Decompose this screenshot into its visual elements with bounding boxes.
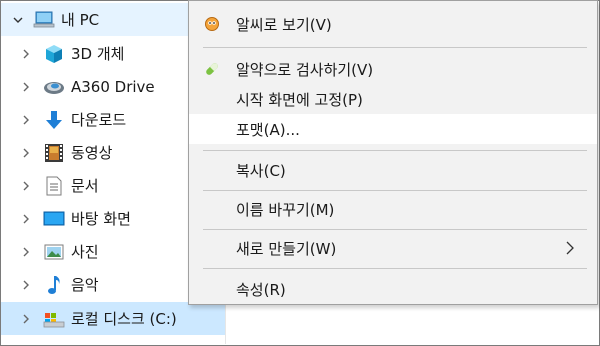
nav-label: 다운로드 (71, 111, 127, 129)
menu-separator (203, 190, 587, 191)
menu-item-format[interactable]: 포맷(A)... (189, 114, 597, 144)
chevron-down-icon[interactable] (11, 13, 25, 27)
menu-item-rename[interactable]: 이름 바꾸기(M) (189, 194, 597, 224)
chevron-right-icon[interactable] (19, 212, 33, 226)
menu-item-label: 속성(R) (236, 280, 286, 299)
document-icon (43, 175, 65, 197)
menu-item-label: 알약으로 검사하기(V) (236, 60, 374, 79)
download-icon (43, 109, 65, 131)
nav-label: 바탕 화면 (71, 210, 131, 228)
menu-item-label: 새로 만들기(W) (236, 239, 337, 258)
nav-label: 동영상 (71, 144, 113, 162)
nav-label: 내 PC (61, 11, 100, 29)
desktop-icon (43, 208, 65, 230)
menu-item-pin-to-start[interactable]: 시작 화면에 고정(P) (189, 84, 597, 114)
nav-item-local-disk[interactable]: 로컬 디스크 (C:) (1, 302, 225, 335)
alyac-icon (203, 60, 221, 78)
menu-item-alsee-view[interactable]: 알씨로 보기(V) (189, 9, 597, 39)
menu-separator (203, 150, 587, 151)
menu-separator (203, 47, 587, 48)
chevron-right-icon[interactable] (19, 312, 33, 326)
chevron-right-icon[interactable] (19, 146, 33, 160)
menu-item-label: 시작 화면에 고정(P) (236, 90, 363, 109)
context-menu: 알씨로 보기(V) 알약으로 검사하기(V) 시작 화면에 고정(P) 포맷(A… (188, 0, 598, 305)
menu-separator (203, 268, 587, 269)
nav-label: 로컬 디스크 (C:) (71, 310, 177, 328)
chevron-right-icon[interactable] (19, 47, 33, 61)
nav-label: A360 Drive (71, 77, 155, 96)
menu-separator (203, 229, 587, 230)
chevron-right-icon[interactable] (19, 278, 33, 292)
alsee-icon (203, 15, 221, 33)
nav-label: 문서 (71, 177, 99, 195)
menu-item-properties[interactable]: 속성(R) (189, 274, 597, 304)
pictures-icon (43, 241, 65, 263)
menu-item-label: 이름 바꾸기(M) (236, 200, 335, 219)
menu-item-alyac-scan[interactable]: 알약으로 검사하기(V) (189, 54, 597, 84)
chevron-right-icon[interactable] (19, 179, 33, 193)
menu-item-label: 알씨로 보기(V) (236, 15, 332, 34)
3d-objects-icon (43, 43, 65, 65)
chevron-right-icon[interactable] (19, 113, 33, 127)
menu-item-label: 복사(C) (236, 161, 286, 180)
video-icon (43, 142, 65, 164)
pc-icon (33, 9, 55, 31)
chevron-right-icon[interactable] (19, 80, 33, 94)
nav-label: 음악 (71, 276, 99, 294)
menu-item-copy[interactable]: 복사(C) (189, 155, 597, 185)
local-disk-icon (43, 308, 65, 330)
nav-label: 사진 (71, 243, 99, 261)
submenu-arrow-icon (565, 240, 575, 256)
music-icon (43, 274, 65, 296)
chevron-right-icon[interactable] (19, 245, 33, 259)
nav-label: 3D 개체 (71, 45, 125, 63)
a360-drive-icon (43, 76, 65, 98)
menu-item-label: 포맷(A)... (236, 120, 300, 139)
menu-item-new[interactable]: 새로 만들기(W) (189, 233, 597, 263)
